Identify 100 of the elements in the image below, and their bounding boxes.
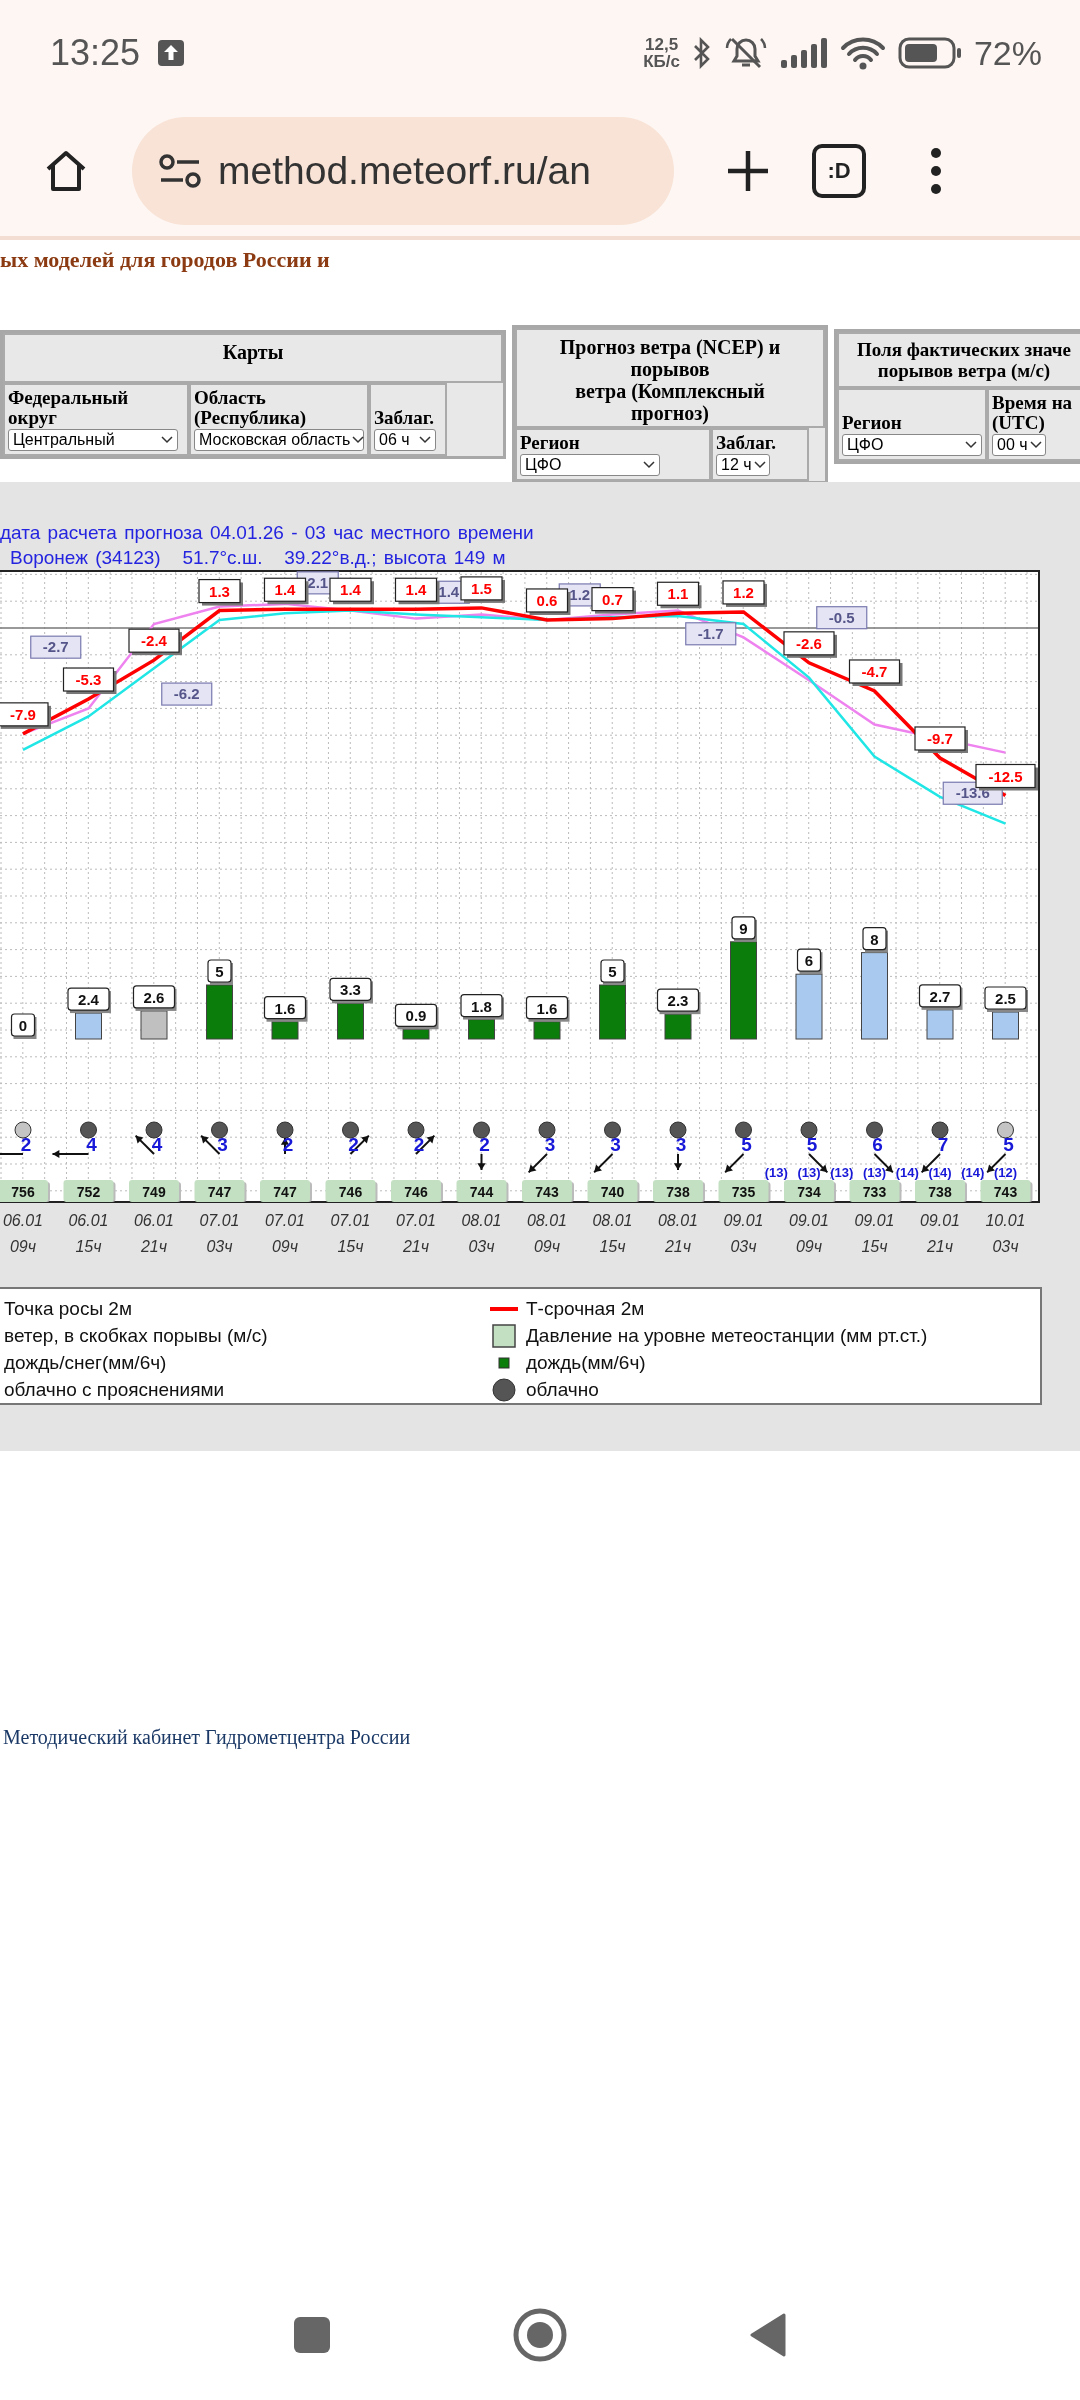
value-label: 1.8 bbox=[460, 993, 504, 1020]
upload-icon bbox=[158, 40, 185, 66]
date-label: 08.01 03ч bbox=[461, 1212, 502, 1255]
wind-speed: 6 bbox=[872, 1134, 883, 1155]
tune-icon bbox=[158, 153, 202, 189]
data-label: 0.7 bbox=[602, 590, 623, 608]
pressure-label: 749 bbox=[129, 1180, 181, 1202]
network-speed: 12,5 КБ/с bbox=[643, 36, 680, 70]
date-label: 06.01 09ч bbox=[3, 1212, 43, 1255]
value-label: 1.4 bbox=[263, 577, 309, 605]
date-label: 06.01 21ч bbox=[134, 1212, 174, 1255]
gust-value: (14) bbox=[928, 1165, 952, 1180]
chevron-icon bbox=[753, 460, 766, 469]
value-label: -6.2 bbox=[161, 682, 213, 706]
pressure-label: 734 bbox=[784, 1180, 836, 1202]
date-label: 08.01 21ч bbox=[658, 1212, 698, 1255]
legend-label: Точка росы 2м bbox=[4, 1297, 133, 1321]
gust-value: (12) bbox=[993, 1165, 1018, 1180]
chevron-icon bbox=[1029, 440, 1042, 449]
field-label: Заблаг. bbox=[716, 433, 777, 453]
date-label: 08.01 15ч bbox=[592, 1212, 633, 1255]
wind-speed: 3 bbox=[217, 1134, 228, 1155]
dropdown[interactable]: 12 ч bbox=[716, 453, 770, 476]
pressure-label: 733 bbox=[849, 1180, 902, 1202]
panel-title: Поля фактических значе порывов ветра (м/с) bbox=[837, 332, 1080, 388]
footer-link[interactable]: Методический кабинет Гидрометцентра России bbox=[3, 1726, 411, 1749]
data-label: 0.6 bbox=[536, 591, 558, 609]
value-label: -5.3 bbox=[62, 667, 117, 694]
value-label: 9 bbox=[731, 916, 757, 942]
value-label: 1.3 bbox=[198, 579, 243, 606]
menu-icon[interactable] bbox=[930, 147, 942, 195]
tab-switcher[interactable]: :D bbox=[812, 144, 866, 198]
date-label: 10.01 03ч bbox=[985, 1212, 1026, 1255]
wind-speed: 5 bbox=[806, 1134, 818, 1155]
recents-icon[interactable] bbox=[292, 2315, 332, 2355]
value-label: 2.7 bbox=[918, 984, 963, 1010]
date-label: 09.01 09ч bbox=[789, 1212, 829, 1255]
value-label: 5 bbox=[600, 959, 626, 985]
data-label: 1.5 bbox=[471, 579, 492, 597]
value-label: 0.6 bbox=[525, 588, 571, 615]
wind-speed: 2 bbox=[413, 1134, 425, 1155]
field-label: Регион bbox=[520, 433, 581, 453]
wind-speed: 2 bbox=[348, 1134, 359, 1155]
data-label: -2.6 bbox=[796, 634, 822, 652]
dropdown[interactable]: 06 ч bbox=[374, 428, 436, 451]
value-label: 0 bbox=[10, 1013, 37, 1039]
wifi-icon bbox=[839, 36, 886, 70]
dropdown[interactable]: ЦФО bbox=[520, 453, 660, 476]
gust-value: (13) bbox=[862, 1165, 887, 1180]
home-button-icon[interactable] bbox=[512, 2307, 568, 2363]
value-label: 1.5 bbox=[460, 576, 505, 603]
chevron-icon bbox=[161, 435, 173, 444]
field-label: Регион bbox=[842, 412, 903, 433]
date-label: 09.01 03ч bbox=[723, 1212, 764, 1255]
chevron-icon bbox=[419, 435, 431, 444]
pressure-label: 744 bbox=[456, 1180, 509, 1202]
signal-icon bbox=[779, 38, 828, 68]
gust-value: (14) bbox=[895, 1165, 919, 1180]
cloud-dot-icon bbox=[490, 1377, 518, 1402]
pressure-label: 746 bbox=[325, 1180, 378, 1202]
wind-speed: 2 bbox=[479, 1134, 490, 1155]
data-label: -2.4 bbox=[141, 632, 168, 650]
data-label: -5.3 bbox=[75, 671, 102, 689]
wind-speed: 3 bbox=[675, 1134, 687, 1155]
value-label: -2.7 bbox=[30, 635, 82, 659]
date-label: 09.01 15ч bbox=[854, 1212, 895, 1255]
battery-level: 72% bbox=[973, 33, 1042, 73]
dropdown[interactable]: Центральный bbox=[8, 428, 178, 451]
address-bar[interactable]: method.meteorf.ru/an bbox=[132, 117, 674, 225]
muted-bell-icon bbox=[723, 36, 768, 70]
field-label: Область (Республика) bbox=[194, 388, 308, 428]
data-label: -9.7 bbox=[927, 729, 953, 747]
value-label: 0.9 bbox=[394, 1003, 439, 1030]
gust-value: (13) bbox=[830, 1165, 854, 1180]
date-label: 07.01 21ч bbox=[396, 1212, 436, 1255]
dropdown[interactable]: 00 ч bbox=[992, 433, 1046, 456]
date-label: 07.01 03ч bbox=[199, 1212, 240, 1255]
date-label: 07.01 15ч bbox=[330, 1212, 371, 1255]
value-label: 1.6 bbox=[263, 996, 308, 1022]
value-label: 1.1 bbox=[656, 581, 702, 609]
legend-label: Т-срочная 2м bbox=[526, 1297, 645, 1321]
battery-icon bbox=[897, 37, 962, 69]
date-label: 07.01 09ч bbox=[265, 1212, 305, 1255]
back-icon[interactable] bbox=[748, 2313, 788, 2357]
chevron-icon bbox=[643, 460, 655, 469]
value-label: -1.7 bbox=[685, 622, 737, 646]
chevron-icon bbox=[352, 435, 365, 444]
dropdown[interactable]: ЦФО bbox=[842, 433, 982, 456]
pressure-label: 743 bbox=[522, 1180, 574, 1202]
forecast-info: Воронеж (34123) 51.7°с.ш. 39.22°в.д.; высота 149 м bbox=[9, 546, 507, 570]
value-label: 1.2 bbox=[722, 580, 767, 607]
date-label: 08.01 09ч bbox=[527, 1212, 567, 1255]
value-label: -9.7 bbox=[914, 726, 968, 753]
value-label: 2.3 bbox=[656, 988, 701, 1015]
dropdown[interactable]: Московская область bbox=[194, 428, 364, 451]
value-label: 3.3 bbox=[329, 977, 373, 1004]
legend-label: дождь/снег(мм/6ч) bbox=[4, 1351, 168, 1375]
value-label: -2.6 bbox=[783, 631, 837, 658]
value-label: -0.5 bbox=[816, 606, 868, 630]
wind-speed: 3 bbox=[544, 1134, 556, 1155]
